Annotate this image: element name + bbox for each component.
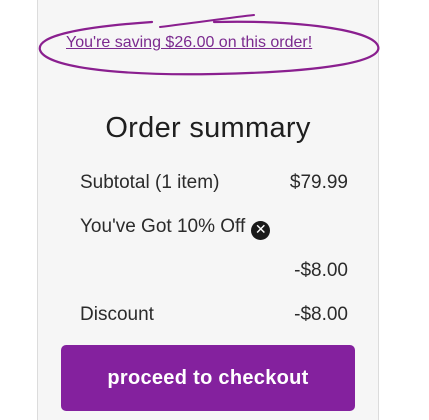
subtotal-row: Subtotal (1 item) $79.99 xyxy=(80,170,348,196)
savings-link[interactable]: You're saving $26.00 on this order! xyxy=(66,34,312,52)
discount-row: Discount -$8.00 xyxy=(80,302,348,328)
promo-amount: -$8.00 xyxy=(294,260,348,281)
close-circle-icon[interactable]: ✕ xyxy=(251,221,271,240)
promo-row: You've Got 10% Off ✕ xyxy=(80,214,348,240)
subtotal-label: Subtotal (1 item) xyxy=(80,172,220,193)
page-title: Order summary xyxy=(105,112,311,144)
savings-banner: You're saving $26.00 on this order! xyxy=(0,0,429,90)
checkout-button[interactable]: proceed to checkout xyxy=(61,345,355,411)
discount-label: Discount xyxy=(80,304,154,325)
promo-label: You've Got 10% Off xyxy=(80,216,246,237)
promo-label-wrap: You've Got 10% Off ✕ xyxy=(80,214,271,240)
discount-value: -$8.00 xyxy=(294,304,348,325)
promo-amount-row: -$8.00 xyxy=(80,258,348,284)
subtotal-value: $79.99 xyxy=(289,172,348,193)
